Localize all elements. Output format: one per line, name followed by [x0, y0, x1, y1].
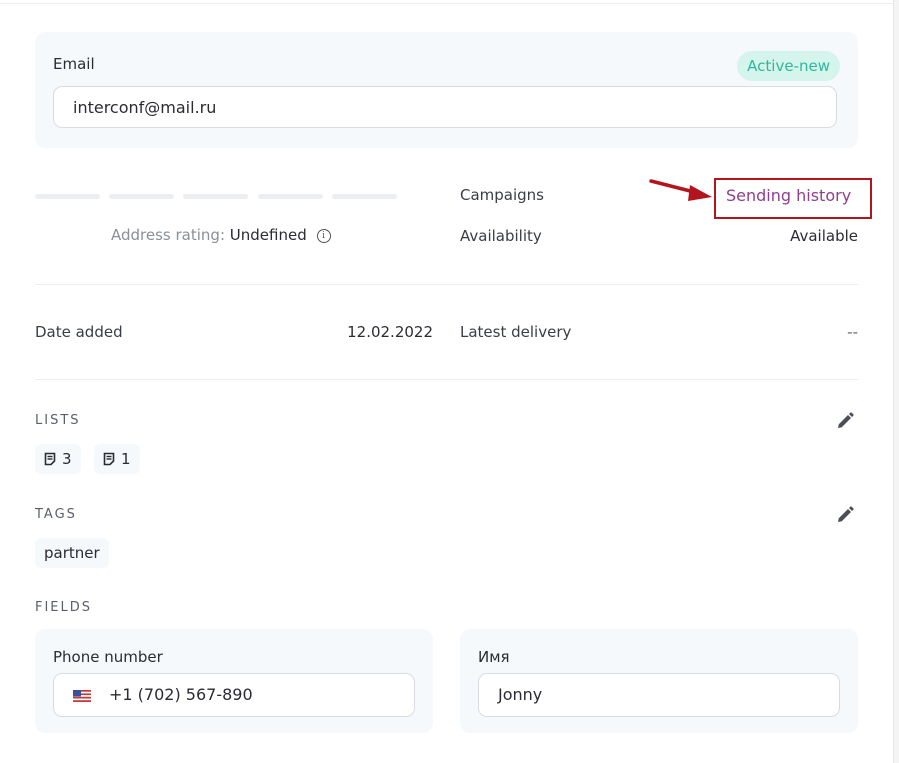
- status-badge: Active-new: [737, 51, 840, 81]
- name-field-card: Имя Jonny: [460, 629, 858, 733]
- address-rating-value: Undefined: [229, 226, 307, 244]
- list-icon: [103, 452, 115, 465]
- address-rating-label: Address rating:: [111, 226, 225, 244]
- tag-chip[interactable]: partner: [35, 538, 109, 568]
- rating-bar: [332, 194, 397, 199]
- rating-bar: [109, 194, 174, 199]
- list-count: 3: [62, 450, 72, 468]
- email-field[interactable]: [53, 86, 837, 128]
- email-card: Email Active-new: [35, 32, 858, 148]
- top-border: [0, 3, 893, 4]
- edit-lists-pencil-icon[interactable]: [835, 411, 855, 431]
- rating-bar: [35, 194, 100, 199]
- latest-delivery-label: Latest delivery: [460, 323, 572, 341]
- address-rating: Address rating: Undefined i: [111, 226, 331, 244]
- list-icon: [44, 452, 56, 465]
- availability-value: Available: [790, 227, 858, 245]
- window-edge: [893, 0, 899, 763]
- date-added-value: 12.02.2022: [347, 323, 433, 341]
- us-flag-icon: [73, 690, 91, 702]
- email-label: Email: [53, 55, 95, 73]
- info-icon[interactable]: i: [316, 228, 331, 243]
- phone-input[interactable]: +1 (702) 567-890: [53, 673, 415, 717]
- phone-value: +1 (702) 567-890: [109, 685, 253, 704]
- date-added-label: Date added: [35, 323, 123, 341]
- list-chip[interactable]: 3: [35, 444, 81, 474]
- tags-title: TAGS: [35, 507, 77, 522]
- availability-label: Availability: [460, 227, 542, 245]
- fields-title: FIELDS: [35, 600, 93, 615]
- list-chip[interactable]: 1: [94, 444, 140, 474]
- name-input[interactable]: Jonny: [478, 673, 840, 717]
- latest-delivery-value: --: [847, 323, 858, 341]
- phone-field-label: Phone number: [53, 648, 163, 666]
- lists-title: LISTS: [35, 413, 81, 428]
- phone-field-card: Phone number +1 (702) 567-890: [35, 629, 433, 733]
- name-value: Jonny: [498, 685, 543, 704]
- edit-tags-pencil-icon[interactable]: [835, 505, 855, 525]
- campaigns-label: Campaigns: [460, 186, 545, 204]
- divider: [35, 284, 858, 285]
- name-field-label: Имя: [478, 648, 510, 666]
- list-count: 1: [121, 450, 131, 468]
- annotation-arrow-icon: [649, 179, 712, 201]
- rating-bar: [183, 194, 248, 199]
- rating-bar: [258, 194, 323, 199]
- tag-label: partner: [44, 544, 100, 562]
- sending-history-link[interactable]: Sending history: [726, 186, 851, 205]
- divider: [35, 379, 858, 380]
